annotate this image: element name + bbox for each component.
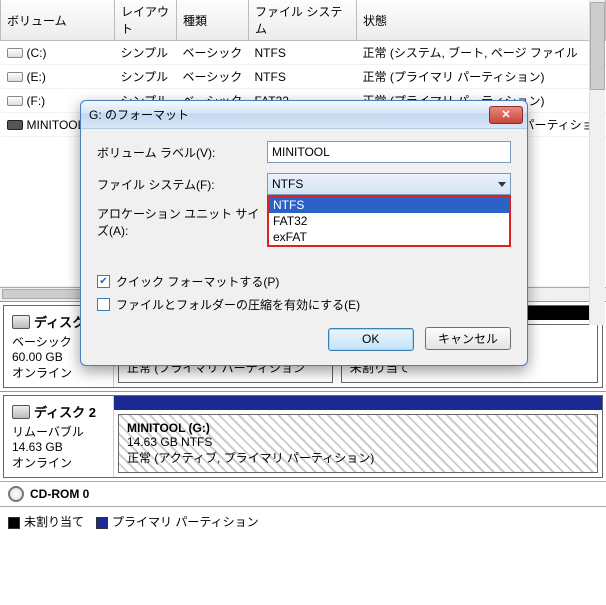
col-fs[interactable]: ファイル システム: [249, 0, 357, 41]
volume-label-input[interactable]: [267, 141, 511, 163]
ok-button[interactable]: OK: [328, 328, 414, 351]
drive-icon: [7, 96, 23, 106]
hdd-icon: [12, 315, 30, 329]
format-dialog: G: のフォーマット ✕ ボリューム ラベル(V): ファイル システム(F):…: [80, 100, 528, 366]
col-layout[interactable]: レイアウト: [115, 0, 177, 41]
legend: 未割り当て プライマリ パーティション: [0, 506, 606, 536]
close-button[interactable]: ✕: [489, 106, 523, 124]
fs-option-fat32[interactable]: FAT32: [269, 213, 509, 229]
swatch-primary: [96, 517, 108, 529]
label-volume: ボリューム ラベル(V):: [97, 144, 267, 161]
col-volume[interactable]: ボリューム: [1, 0, 115, 41]
swatch-unallocated: [8, 517, 20, 529]
vscroll-thumb[interactable]: [590, 2, 605, 90]
hdd-icon: [12, 405, 30, 419]
filesystem-combo[interactable]: NTFS: [267, 173, 511, 195]
col-type[interactable]: 種類: [177, 0, 249, 41]
cdrom-icon: [8, 486, 24, 502]
drive-icon: [7, 120, 23, 130]
label-filesystem: ファイル システム(F):: [97, 176, 267, 193]
compress-checkbox[interactable]: [97, 298, 110, 311]
drive-icon: [7, 48, 23, 58]
volume-row[interactable]: (C:) シンプル ベーシック NTFS 正常 (システム, ブート, ページ …: [1, 41, 606, 65]
label-allocation: アロケーション ユニット サイズ(A):: [97, 205, 267, 239]
drive-icon: [7, 72, 23, 82]
chevron-down-icon: [498, 182, 506, 187]
partition-minitool[interactable]: MINITOOL (G:) 14.63 GB NTFS 正常 (アクティブ, プ…: [118, 414, 598, 473]
cdrom-row[interactable]: CD-ROM 0: [0, 481, 606, 506]
compress-label: ファイルとフォルダーの圧縮を有効にする(E): [116, 296, 360, 313]
dialog-title: G: のフォーマット: [89, 106, 489, 123]
fs-option-exfat[interactable]: exFAT: [269, 229, 509, 245]
col-status[interactable]: 状態: [357, 0, 606, 41]
dialog-titlebar[interactable]: G: のフォーマット ✕: [81, 101, 527, 129]
filesystem-dropdown: NTFS FAT32 exFAT: [267, 195, 511, 247]
volume-row[interactable]: (E:) シンプル ベーシック NTFS 正常 (プライマリ パーティション): [1, 65, 606, 89]
disk-info[interactable]: ディスク 2 リムーバブル 14.63 GB オンライン: [4, 396, 114, 477]
disk-2-pane: ディスク 2 リムーバブル 14.63 GB オンライン MINITOOL (G…: [0, 391, 606, 478]
quick-format-label: クイック フォーマットする(P): [116, 273, 279, 290]
quick-format-checkbox[interactable]: ✔: [97, 275, 110, 288]
cancel-button[interactable]: キャンセル: [425, 327, 511, 350]
fs-option-ntfs[interactable]: NTFS: [269, 197, 509, 213]
vscroll-track[interactable]: [589, 0, 605, 325]
